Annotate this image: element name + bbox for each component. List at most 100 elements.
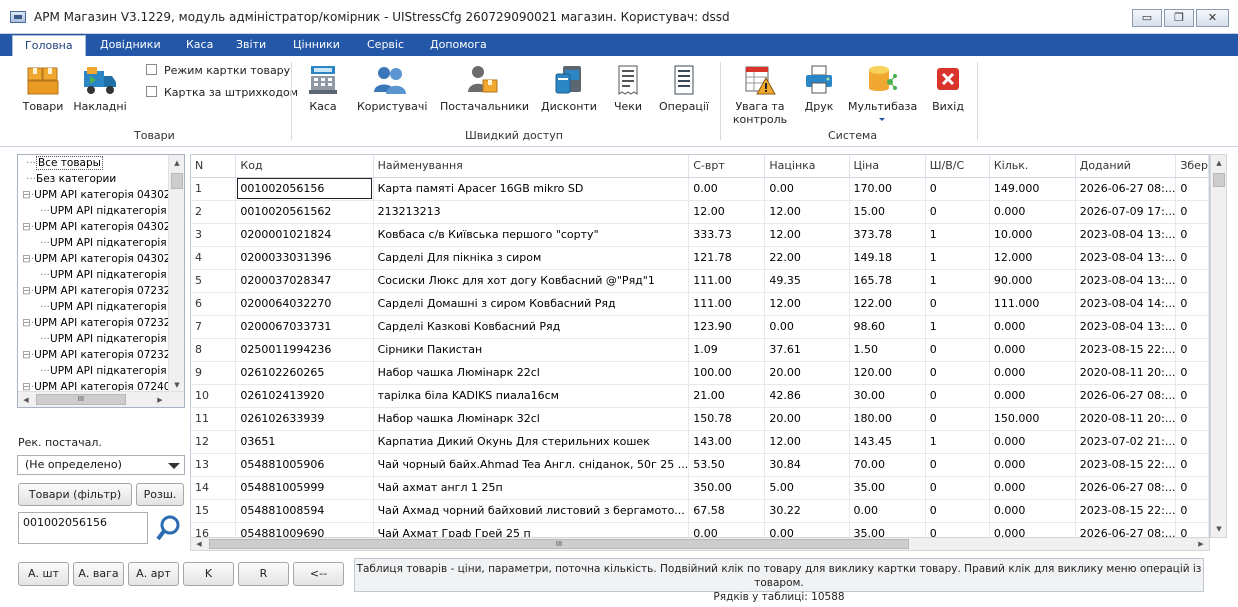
table-cell[interactable]: 15.00: [849, 200, 926, 224]
table-cell[interactable]: 0: [925, 453, 990, 477]
column-header[interactable]: Найменування: [373, 155, 690, 178]
table-cell[interactable]: 122.00: [849, 292, 926, 316]
users-ribbon-button[interactable]: Користувачі: [357, 64, 427, 113]
table-cell[interactable]: 0.00: [849, 499, 926, 523]
tree-item[interactable]: ···UPM API підкатегорія: [18, 299, 168, 315]
table-cell[interactable]: 0.000: [989, 338, 1076, 362]
table-row[interactable]: 12 03651 Карпатиа Дикий Окунь Для стерильн…: [191, 430, 1209, 454]
tree-item[interactable]: ⊟·UPM API категорія 07232: [18, 315, 168, 331]
tree-item[interactable]: ···UPM API підкатегорія: [18, 235, 168, 251]
table-cell[interactable]: 22.00: [764, 246, 850, 270]
table-cell[interactable]: 2: [191, 200, 237, 224]
table-cell[interactable]: 12: [191, 430, 237, 454]
table-cell[interactable]: 0200064032270: [235, 292, 374, 316]
table-cell[interactable]: 12.000: [989, 246, 1076, 270]
suppliers-ribbon-button[interactable]: Постачальники: [440, 64, 529, 113]
table-cell[interactable]: 1: [925, 246, 990, 270]
table-cell[interactable]: 0.00: [764, 522, 850, 537]
table-cell[interactable]: 0: [925, 177, 990, 201]
table-cell[interactable]: 35.00: [849, 522, 926, 537]
table-row[interactable]: 4 0200033031396 Сарделі Для пікніка з сиро…: [191, 246, 1209, 270]
barcode-card-checkbox-box[interactable]: [146, 86, 157, 97]
column-header[interactable]: Ш/В/С: [925, 155, 990, 178]
table-cell[interactable]: 0: [925, 384, 990, 408]
card-mode-checkbox-box[interactable]: [146, 64, 157, 75]
table-cell[interactable]: 121.78: [688, 246, 766, 270]
table-cell[interactable]: 1: [925, 430, 990, 454]
menu-help[interactable]: Допомога: [430, 34, 487, 56]
invoices-ribbon-button[interactable]: Накладні: [73, 64, 127, 113]
table-row[interactable]: 5 0200037028347 Сосиски Люкс для хот догу …: [191, 269, 1209, 293]
table-cell[interactable]: 165.78: [849, 269, 926, 293]
column-header[interactable]: Код: [235, 155, 374, 178]
table-cell[interactable]: 0.00: [688, 177, 766, 201]
table-row[interactable]: 6 0200064032270 Сарделі Домашні з сиром Ко…: [191, 292, 1209, 316]
scroll-up-arrow-icon[interactable]: ▲: [169, 155, 184, 171]
table-cell[interactable]: Чай чорный байх.Ahmad Tea Англ. сніданок…: [373, 453, 690, 477]
table-cell[interactable]: 2023-08-04 13:...: [1075, 315, 1177, 339]
table-cell[interactable]: Набор чашка Люмінарк 32cl: [373, 407, 690, 431]
goods-ribbon-button[interactable]: Товари: [22, 64, 64, 113]
table-cell[interactable]: 30.00: [849, 384, 926, 408]
table-cell[interactable]: 13: [191, 453, 237, 477]
table-cell[interactable]: 0: [1175, 200, 1209, 224]
table-cell[interactable]: 0: [925, 200, 990, 224]
table-cell[interactable]: 026102260265: [235, 361, 374, 385]
grid-vertical-scrollbar[interactable]: ▲ ▼: [1210, 154, 1227, 538]
table-cell[interactable]: 20.00: [764, 407, 850, 431]
tree-item[interactable]: ···UPM API підкатегорія: [18, 331, 168, 347]
table-cell[interactable]: 100.00: [688, 361, 766, 385]
table-cell[interactable]: Карпатиа Дикий Окунь Для стерильних коше…: [373, 430, 690, 454]
k-button[interactable]: K: [183, 562, 234, 586]
barcode-card-checkbox[interactable]: Картка за штрихкодом: [146, 86, 298, 99]
table-cell[interactable]: 149.18: [849, 246, 926, 270]
table-cell[interactable]: 30.22: [764, 499, 850, 523]
table-cell[interactable]: 2020-08-11 20:...: [1075, 407, 1177, 431]
scroll-left-arrow-icon[interactable]: ◀: [18, 392, 34, 407]
table-cell[interactable]: 15: [191, 499, 237, 523]
tree-item[interactable]: ⊟·UPM API категорія 04302: [18, 187, 168, 203]
table-cell[interactable]: 2020-08-11 20:...: [1075, 361, 1177, 385]
table-cell[interactable]: 0: [925, 476, 990, 500]
grid-hscroll-thumb[interactable]: III: [209, 539, 909, 549]
menu-directories[interactable]: Довідники: [100, 34, 161, 56]
table-cell[interactable]: 0200037028347: [235, 269, 374, 293]
multibase-ribbon-button[interactable]: Мультибаза: [848, 64, 917, 121]
tree-item[interactable]: ⊟·UPM API категорія 07232: [18, 283, 168, 299]
table-cell[interactable]: 1.09: [688, 338, 766, 362]
grid-scroll-thumb[interactable]: [1213, 173, 1225, 187]
table-cell[interactable]: 2023-08-04 14:...: [1075, 292, 1177, 316]
expand-button[interactable]: Розш.: [136, 483, 184, 506]
tree-item[interactable]: ···UPM API підкатегорія: [18, 363, 168, 379]
menu-home[interactable]: Головна: [12, 35, 86, 56]
table-cell[interactable]: 0.000: [989, 522, 1076, 537]
cash-ribbon-button[interactable]: Каса: [305, 64, 341, 113]
tree-item[interactable]: ··· Все товары: [18, 155, 168, 171]
column-header[interactable]: Доданий: [1075, 155, 1177, 178]
table-row[interactable]: 9 026102260265 Набор чашка Люмінарк 22cl 10…: [191, 361, 1209, 385]
table-cell[interactable]: 0.000: [989, 200, 1076, 224]
receipts-ribbon-button[interactable]: Чеки: [612, 64, 644, 113]
menu-cash[interactable]: Каса: [186, 34, 213, 56]
table-cell[interactable]: 0: [925, 361, 990, 385]
tree-item[interactable]: ⊟·UPM API категорія 07232: [18, 347, 168, 363]
table-cell[interactable]: 7: [191, 315, 237, 339]
table-cell[interactable]: 0.000: [989, 476, 1076, 500]
table-cell[interactable]: 0010020561562: [235, 200, 374, 224]
table-cell[interactable]: 373.78: [849, 223, 926, 247]
table-cell[interactable]: 1: [925, 315, 990, 339]
table-cell[interactable]: 149.000: [989, 177, 1076, 201]
table-cell[interactable]: 054881005999: [235, 476, 374, 500]
table-cell[interactable]: 350.00: [688, 476, 766, 500]
table-cell[interactable]: 170.00: [849, 177, 926, 201]
table-cell[interactable]: 0: [925, 499, 990, 523]
table-row[interactable]: 7 0200067033731 Сарделі Казкові Ковбасний …: [191, 315, 1209, 339]
table-cell[interactable]: тарілка біла KADIKS пиала16см: [373, 384, 690, 408]
table-cell[interactable]: 0.00: [688, 522, 766, 537]
attention-ribbon-button[interactable]: Увага та контроль: [730, 64, 790, 126]
table-cell[interactable]: 0.000: [989, 453, 1076, 477]
table-cell[interactable]: 2023-07-02 21:...: [1075, 430, 1177, 454]
table-cell[interactable]: 001002056156: [235, 177, 374, 201]
table-row[interactable]: 11 026102633939 Набор чашка Люмінарк 32cl 1…: [191, 407, 1209, 431]
table-cell[interactable]: 111.00: [688, 269, 766, 293]
